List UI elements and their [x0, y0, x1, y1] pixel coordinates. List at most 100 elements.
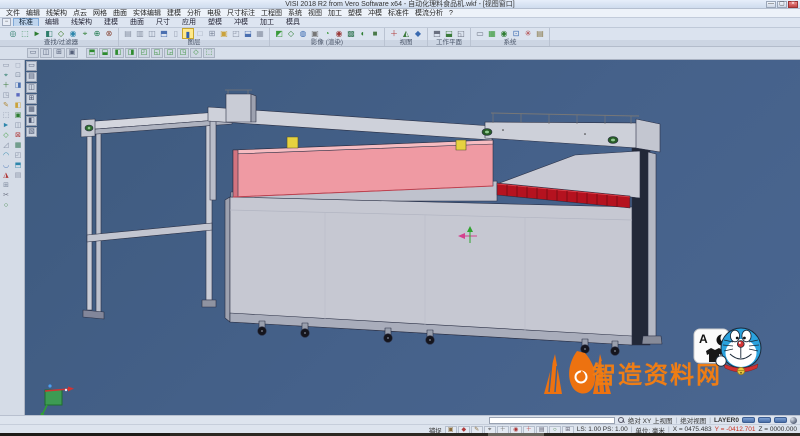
- layer-blank-icon[interactable]: ▯: [170, 28, 182, 39]
- view-back-icon[interactable]: ◱: [151, 48, 163, 58]
- cpl-set-icon[interactable]: ⬓: [443, 28, 455, 39]
- layer-empty-icon[interactable]: □: [194, 28, 206, 39]
- sys-grid-icon[interactable]: ▦: [486, 28, 498, 39]
- tool2-corner-icon[interactable]: ◰: [13, 151, 24, 161]
- vp-panel-icon[interactable]: ◫: [26, 83, 37, 93]
- sys-db-icon[interactable]: ▤: [534, 28, 546, 39]
- tool-point-icon[interactable]: ⌖: [1, 71, 12, 81]
- ribbon-tab-8[interactable]: 冲模: [228, 18, 254, 27]
- menu-item-7[interactable]: 建模: [164, 9, 184, 18]
- sensor-box-left[interactable]: [287, 137, 298, 148]
- tool-edit-icon[interactable]: ✎: [1, 101, 12, 111]
- discharge-bridge[interactable]: [482, 113, 660, 152]
- ribbon-tab-7[interactable]: 塑模: [202, 18, 228, 27]
- cad-canvas[interactable]: 智造资料网 A: [25, 60, 800, 415]
- ribbon-tab-2[interactable]: 线架构: [65, 18, 98, 27]
- tool2-panel-icon[interactable]: ◫: [13, 121, 24, 131]
- filter-edge-icon[interactable]: ◉: [67, 28, 79, 39]
- menu-item-3[interactable]: 点云: [70, 9, 90, 18]
- tool-bolt-icon[interactable]: ◮: [1, 171, 12, 181]
- tool2-grid-icon[interactable]: ▦: [13, 141, 24, 151]
- tool-corner-icon[interactable]: ◳: [1, 91, 12, 101]
- tool-arrow-icon[interactable]: ►: [1, 121, 12, 131]
- tool2-rows-icon[interactable]: ▤: [13, 171, 24, 181]
- sys-box-icon[interactable]: ⊡: [510, 28, 522, 39]
- menu-item-1[interactable]: 编辑: [23, 9, 43, 18]
- tool-diamond-icon[interactable]: ◇: [1, 131, 12, 141]
- hidden-line-icon[interactable]: ◍: [297, 28, 309, 39]
- tool2-half-icon[interactable]: ◨: [13, 81, 24, 91]
- layer-list-icon[interactable]: ▤: [122, 28, 134, 39]
- menu-item-19[interactable]: ?: [446, 9, 456, 18]
- pick-arrow-icon[interactable]: ►: [31, 28, 43, 39]
- render-sphere-icon[interactable]: [790, 417, 797, 424]
- layer-grid-icon[interactable]: ▥: [134, 28, 146, 39]
- infeed-conveyor[interactable]: [81, 111, 232, 319]
- layer-panel-icon[interactable]: ◫: [146, 28, 158, 39]
- filter-solid-icon[interactable]: ◧: [43, 28, 55, 39]
- menu-item-10[interactable]: 尺寸标注: [224, 9, 258, 18]
- tool2-left-icon[interactable]: ◧: [13, 101, 24, 111]
- ribbon-tab-6[interactable]: 应用: [176, 18, 202, 27]
- tool2-del-icon[interactable]: ⊠: [13, 131, 24, 141]
- menu-item-9[interactable]: 电极: [204, 9, 224, 18]
- tool2-square-icon[interactable]: ◻: [13, 61, 24, 71]
- view-dynamic-icon[interactable]: ⬚: [203, 48, 215, 58]
- close-button[interactable]: ×: [788, 1, 798, 8]
- view-top-icon[interactable]: ⬒: [86, 48, 98, 58]
- current-view[interactable]: 绝对视图: [680, 415, 706, 425]
- current-layer[interactable]: LAYER0: [714, 417, 739, 424]
- menu-item-12[interactable]: 系统: [285, 9, 305, 18]
- minimize-button[interactable]: —: [766, 1, 776, 8]
- layer-up-icon[interactable]: ⬒: [158, 28, 170, 39]
- view-iso1-icon[interactable]: ◲: [164, 48, 176, 58]
- menu-item-6[interactable]: 实体编辑: [130, 9, 164, 18]
- menu-item-11[interactable]: 工程图: [258, 9, 285, 18]
- cpl-top-icon[interactable]: ⬒: [431, 28, 443, 39]
- sys-star-icon[interactable]: ✳: [522, 28, 534, 39]
- menu-item-2[interactable]: 线架构: [43, 9, 70, 18]
- shade-icon[interactable]: ◩: [273, 28, 285, 39]
- tool-select-icon[interactable]: ▭: [1, 61, 12, 71]
- search-icon[interactable]: [618, 417, 625, 424]
- ribbon-tab-1[interactable]: 编辑: [39, 18, 65, 27]
- filter-point-icon[interactable]: ⌖: [79, 28, 91, 39]
- menu-item-15[interactable]: 塑模: [345, 9, 365, 18]
- tool-box-icon[interactable]: ⬚: [1, 111, 12, 121]
- menu-item-13[interactable]: 视图: [305, 9, 325, 18]
- menu-item-0[interactable]: 文件: [3, 9, 23, 18]
- status-chip-1[interactable]: [742, 417, 755, 423]
- menu-item-14[interactable]: 加工: [325, 9, 345, 18]
- maximize-button[interactable]: ▢: [777, 1, 787, 8]
- texture-icon[interactable]: ▩: [345, 28, 357, 39]
- menu-item-17[interactable]: 标准件: [385, 9, 412, 18]
- sys-window-icon[interactable]: ▭: [474, 28, 486, 39]
- status-chip-3[interactable]: [774, 417, 787, 423]
- tool-grid-icon[interactable]: ⊞: [1, 181, 12, 191]
- material-icon[interactable]: ◉: [333, 28, 345, 39]
- menu-item-16[interactable]: 冲模: [365, 9, 385, 18]
- ribbon-tab-3[interactable]: 建模: [98, 18, 124, 27]
- layer-mark-icon[interactable]: ▣: [218, 28, 230, 39]
- ribbon-collapse-button[interactable]: −: [2, 18, 11, 26]
- ribbon-tab-9[interactable]: 加工: [254, 18, 280, 27]
- vp-window-icon[interactable]: ▭: [26, 61, 37, 71]
- machine-body[interactable]: [225, 197, 632, 345]
- filter-clear-icon[interactable]: ⊗: [103, 28, 115, 39]
- view-front-icon[interactable]: ◰: [138, 48, 150, 58]
- tool2-top-icon[interactable]: ⬒: [13, 161, 24, 171]
- tool-arc-icon[interactable]: ◠: [1, 151, 12, 161]
- view-bottom-icon[interactable]: ⬓: [99, 48, 111, 58]
- view-axon-icon[interactable]: ◇: [190, 48, 202, 58]
- tool2-solid-icon[interactable]: ■: [13, 91, 24, 101]
- current-workplane[interactable]: 绝对 XY 上视图: [628, 415, 673, 425]
- menu-item-8[interactable]: 分析: [184, 9, 204, 18]
- sensor-box-right[interactable]: [456, 140, 466, 150]
- ribbon-tab-5[interactable]: 尺寸: [150, 18, 176, 27]
- layer-add-icon[interactable]: ⊞: [206, 28, 218, 39]
- ribbon-tab-4[interactable]: 曲面: [124, 18, 150, 27]
- filter-face-icon[interactable]: ◇: [55, 28, 67, 39]
- tool-curve-icon[interactable]: ◡: [1, 161, 12, 171]
- right-foot[interactable]: [642, 336, 662, 344]
- ribbon-tab-10[interactable]: 模具: [280, 18, 306, 27]
